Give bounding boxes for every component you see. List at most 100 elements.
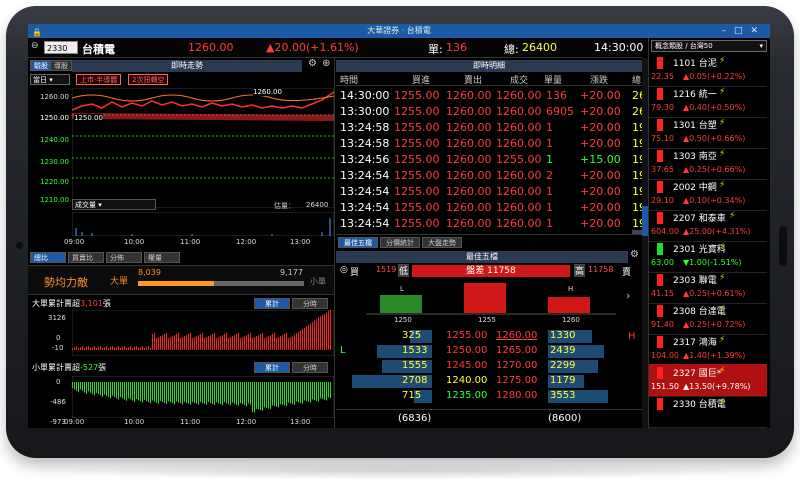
gear-icon[interactable]: ⚙ bbox=[630, 249, 639, 260]
trade-cell: 1255.00 bbox=[394, 201, 440, 214]
big-order-bar bbox=[180, 338, 181, 350]
small-order-bar bbox=[290, 382, 291, 404]
watchlist-item[interactable]: 2207 和泰車 ⚡ 604.00 ▲25.00(+4.31%) bbox=[649, 209, 767, 242]
small-y-label: 0 bbox=[56, 378, 61, 386]
small-order-bar bbox=[294, 382, 295, 405]
stock-code-input[interactable]: 2330 bbox=[44, 41, 78, 54]
order-book-row[interactable]: 2708 1240.00 1275.00 1179 bbox=[336, 374, 642, 389]
watchlist-item[interactable]: 2303 聯電 ⚡ 41.15 ▲0.25(+0.61%) bbox=[649, 271, 767, 304]
buy-side-icon: ◎ bbox=[340, 265, 348, 275]
tab-price-stats[interactable]: 分價統計 bbox=[380, 237, 420, 248]
tab-guide[interactable]: 導股 bbox=[50, 60, 72, 71]
watchlist-item[interactable]: 1216 統一 ⚡ 79.30 ▲0.40(+0.50%) bbox=[649, 85, 767, 118]
order-book-ap: 1260.00 bbox=[496, 330, 538, 341]
window-controls[interactable]: –□✕ bbox=[721, 24, 766, 38]
trade-cell: 1255.00 bbox=[394, 153, 440, 166]
small-order-bar bbox=[182, 382, 183, 405]
order-book-row[interactable]: 715 1235.00 1280.00 3553 bbox=[336, 389, 642, 404]
small-order-bar bbox=[84, 382, 85, 393]
watchlist-select[interactable]: 概念類股 / 台灣50 ▾ bbox=[651, 40, 767, 52]
candle-icon bbox=[657, 88, 663, 100]
bar-1260 bbox=[548, 297, 590, 313]
tab-buy-sell-ratio[interactable]: 買賣比 bbox=[68, 252, 104, 263]
big-order-bar bbox=[102, 348, 103, 350]
trade-cell: 1255.00 bbox=[394, 185, 440, 198]
big-order-bar bbox=[246, 335, 247, 350]
legend-signal[interactable]: 2次扭轉空 bbox=[128, 74, 169, 85]
gear-icon[interactable]: ⚙ bbox=[308, 58, 317, 69]
watchlist-item[interactable]: 2002 中鋼 ⚡ 29.10 ▲0.10(+0.34%) bbox=[649, 178, 767, 211]
small-order-bar bbox=[72, 382, 73, 388]
trade-cell: 1260.00 bbox=[446, 153, 492, 166]
cumulative-tab[interactable]: 累計 bbox=[254, 362, 290, 373]
watchlist-item[interactable]: 2301 光寶科 ⚡ 63.00 ▼1.00(-1.51%) bbox=[649, 240, 767, 273]
trade-cell: +20.00 bbox=[580, 217, 621, 230]
trade-cell: 1 bbox=[546, 121, 553, 134]
watchlist-item[interactable]: 1303 南亞 ⚡ 37.65 ▲0.25(+0.66%) bbox=[649, 147, 767, 180]
watchlist-stock-name: 台泥 bbox=[698, 59, 717, 69]
watchlist-item[interactable]: 1101 台泥 ⚡ 22.35 ▲0.05(+0.22%) bbox=[649, 54, 767, 87]
small-order-bar bbox=[188, 382, 189, 404]
tab-best-five[interactable]: 最佳五檔 bbox=[338, 237, 378, 248]
per-minute-tab[interactable]: 分時 bbox=[292, 362, 328, 373]
candle-icon bbox=[657, 57, 663, 69]
watchlist-item[interactable]: 2327 國巨* ⚡ 151.50 ▲13.50(+9.78%) bbox=[649, 364, 767, 397]
y-label: 1230.00 bbox=[40, 158, 69, 166]
small-order-bar bbox=[76, 382, 77, 391]
legend-sector[interactable]: 上市·半導體 bbox=[76, 74, 122, 85]
small-order-bar bbox=[82, 382, 83, 392]
order-book-row[interactable]: 1533 1250.00 1265.00 2439 bbox=[336, 344, 642, 359]
watchlist-code: 1301 bbox=[673, 121, 696, 131]
tab-market-trend[interactable]: 大盤走勢 bbox=[422, 237, 462, 248]
small-order-bar bbox=[234, 382, 235, 404]
tab-distribution[interactable]: 分佈 bbox=[106, 252, 142, 263]
low-tag: 低 bbox=[398, 264, 410, 277]
small-y-label: -486 bbox=[50, 398, 66, 406]
day-select[interactable]: 當日 ▾ bbox=[30, 74, 70, 85]
tab-analysis[interactable]: 驗股 bbox=[30, 60, 52, 71]
watchlist-code: 2303 bbox=[673, 276, 696, 286]
col-bid: 買進 bbox=[412, 76, 431, 86]
small-order-bar bbox=[144, 382, 145, 400]
trade-row[interactable]: 13:24:54 1255.00 1260.00 1260.00 1 +20.00 19 bbox=[336, 215, 642, 233]
trade-cell: 6905 bbox=[546, 105, 574, 118]
high-marker: H bbox=[568, 285, 574, 293]
total-volume: 26400 bbox=[522, 41, 557, 54]
tab-weight[interactable]: 權量 bbox=[144, 252, 180, 263]
watchlist-item[interactable]: 1301 台塑 ⚡ 75.10 ▲0.50(+0.66%) bbox=[649, 116, 767, 149]
trade-cell: 19 bbox=[632, 185, 642, 198]
back-icon[interactable]: ⊖ bbox=[31, 41, 39, 51]
candle-icon bbox=[657, 243, 663, 255]
trade-cell: 1260.00 bbox=[496, 201, 542, 214]
small-order-bar bbox=[164, 382, 165, 404]
add-icon[interactable]: ⊕ bbox=[322, 58, 330, 69]
per-minute-tab[interactable]: 分時 bbox=[292, 298, 328, 309]
y-label: 1250.00 bbox=[40, 114, 69, 122]
buy-total: 1519 bbox=[376, 265, 397, 274]
trade-cell: 136 bbox=[546, 89, 567, 102]
chevron-right-icon[interactable]: › bbox=[626, 289, 630, 302]
cumulative-tab[interactable]: 累計 bbox=[254, 298, 290, 309]
left-panel: 驗股 導股 即時走勢 ⚙ ⊕ 當日 ▾ 上市·半導體 2次扭轉空 1260.00… bbox=[28, 58, 335, 428]
small-order-bar bbox=[104, 382, 105, 395]
trade-cell: 19 bbox=[632, 201, 642, 214]
order-book-row[interactable]: 325 1255.00 1260.00 1330 bbox=[336, 329, 642, 344]
volume-select[interactable]: 成交量 ▾ bbox=[72, 199, 156, 210]
big-order-bar bbox=[280, 336, 281, 350]
watchlist-item[interactable]: 2317 鴻海 ⚡ 104.00 ▲1.40(+1.39%) bbox=[649, 333, 767, 366]
col-change: 漲跌 bbox=[590, 76, 609, 86]
watchlist-item[interactable]: 2330 台積電 ⚡ bbox=[649, 395, 767, 428]
trade-cell: 1260.00 bbox=[496, 185, 542, 198]
order-book-row[interactable]: 1555 1245.00 1270.00 2299 bbox=[336, 359, 642, 374]
big-order-bar bbox=[90, 348, 91, 350]
y-label: 1240.00 bbox=[40, 136, 69, 144]
watchlist-price: 37.65 bbox=[651, 165, 674, 174]
small-order-bar bbox=[152, 382, 153, 401]
order-book-bq: 1555 bbox=[402, 360, 428, 371]
small-order-bar bbox=[174, 382, 175, 405]
big-order-bar bbox=[222, 335, 223, 350]
tab-ratio[interactable]: 總比 bbox=[30, 252, 66, 263]
watchlist-item[interactable]: 2308 台達電 ⚡ 91.40 ▲0.25(+0.72%) bbox=[649, 302, 767, 335]
small-order-bar bbox=[216, 382, 217, 403]
small-order-bar bbox=[226, 382, 227, 404]
